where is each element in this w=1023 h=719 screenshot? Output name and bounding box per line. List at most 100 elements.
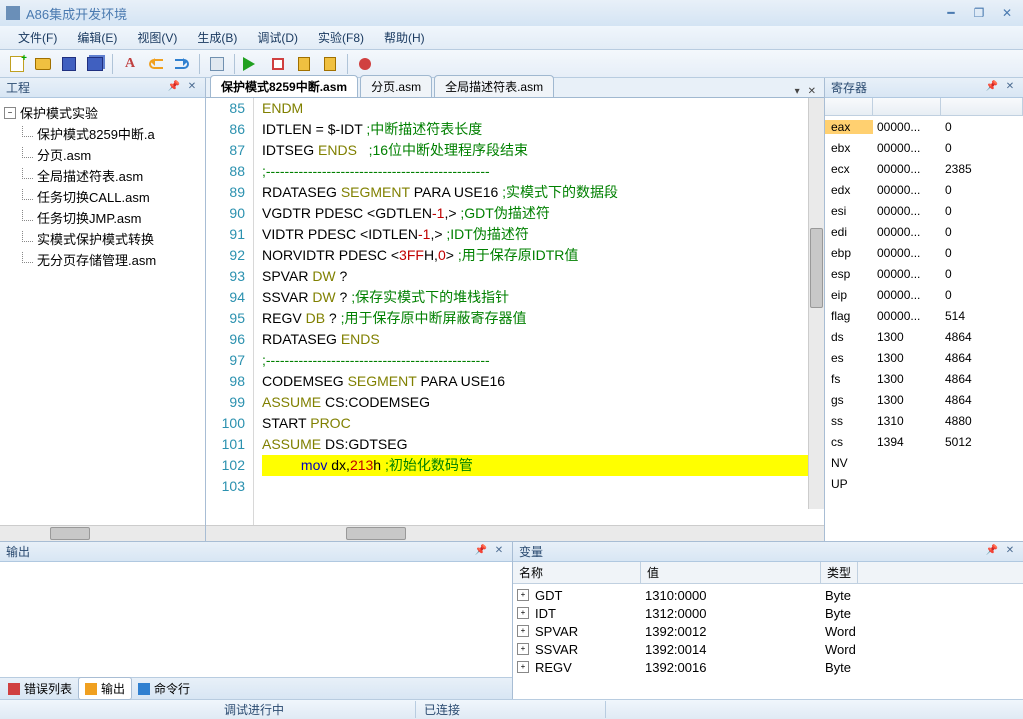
- register-row[interactable]: fs13004864: [825, 368, 1023, 389]
- vertical-scrollbar[interactable]: [808, 98, 824, 509]
- output-body[interactable]: [0, 562, 512, 677]
- variable-row[interactable]: +IDT1312:0000Byte: [517, 604, 1019, 622]
- output-panel: 输出 📌 ✕ 错误列表输出命令行: [0, 542, 513, 699]
- tree-file[interactable]: 任务切换JMP.asm: [20, 207, 203, 228]
- tree-file[interactable]: 实模式保护模式转换: [20, 228, 203, 249]
- project-panel: 工程 📌 ✕ − 保护模式实验 保护模式8259中断.a分页.asm全局描述符表…: [0, 78, 206, 541]
- output-tab[interactable]: 错误列表: [2, 678, 78, 699]
- open-button[interactable]: [32, 53, 54, 75]
- save-all-button[interactable]: [84, 53, 106, 75]
- register-row[interactable]: ebp00000...0: [825, 242, 1023, 263]
- horizontal-scrollbar[interactable]: [0, 525, 205, 541]
- pin-icon[interactable]: 📌: [985, 81, 999, 95]
- register-row[interactable]: ebx00000...0: [825, 137, 1023, 158]
- font-button[interactable]: A: [119, 53, 141, 75]
- expand-icon[interactable]: +: [517, 607, 529, 619]
- tree-file[interactable]: 分页.asm: [20, 144, 203, 165]
- register-row[interactable]: edx00000...0: [825, 179, 1023, 200]
- code-editor[interactable]: 8586878889909192939495969798991001011021…: [206, 98, 824, 525]
- tab-close-icon[interactable]: ✕: [804, 86, 820, 97]
- undo-button[interactable]: [145, 53, 167, 75]
- register-row[interactable]: NV: [825, 452, 1023, 473]
- breakpoint-button[interactable]: [354, 53, 376, 75]
- step-into-button[interactable]: [293, 53, 315, 75]
- close-button[interactable]: ✕: [997, 6, 1017, 20]
- close-icon[interactable]: ✕: [492, 545, 506, 559]
- step-over-button[interactable]: [319, 53, 341, 75]
- editor-tab[interactable]: 分页.asm: [360, 75, 432, 97]
- register-row[interactable]: UP: [825, 473, 1023, 494]
- variable-row[interactable]: +GDT1310:0000Byte: [517, 586, 1019, 604]
- stop-button[interactable]: [267, 53, 289, 75]
- register-row[interactable]: edi00000...0: [825, 221, 1023, 242]
- close-icon[interactable]: ✕: [185, 81, 199, 95]
- register-row[interactable]: eax00000...0: [825, 116, 1023, 137]
- expand-icon[interactable]: +: [517, 643, 529, 655]
- registers-panel-title: 寄存器: [831, 79, 867, 96]
- editor-tab[interactable]: 全局描述符表.asm: [434, 75, 554, 97]
- line-gutter: 8586878889909192939495969798991001011021…: [206, 98, 254, 525]
- app-title: A86集成开发环境: [26, 4, 941, 23]
- menu-生成(B)[interactable]: 生成(B): [187, 27, 247, 48]
- menu-视图(V)[interactable]: 视图(V): [127, 27, 187, 48]
- expand-icon[interactable]: +: [517, 589, 529, 601]
- project-tree[interactable]: − 保护模式实验 保护模式8259中断.a分页.asm全局描述符表.asm任务切…: [0, 98, 205, 525]
- register-row[interactable]: ss13104880: [825, 410, 1023, 431]
- output-tab[interactable]: 命令行: [132, 678, 196, 699]
- variables-body[interactable]: +GDT1310:0000Byte+IDT1312:0000Byte+SPVAR…: [513, 584, 1023, 699]
- tree-root[interactable]: − 保护模式实验: [2, 102, 203, 123]
- pin-icon[interactable]: 📌: [474, 545, 488, 559]
- variable-row[interactable]: +REGV1392:0016Byte: [517, 658, 1019, 676]
- register-row[interactable]: ecx00000...2385: [825, 158, 1023, 179]
- tree-file[interactable]: 任务切换CALL.asm: [20, 186, 203, 207]
- variable-row[interactable]: +SSVAR1392:0014Word: [517, 640, 1019, 658]
- toolbar: A: [0, 50, 1023, 78]
- tree-file[interactable]: 全局描述符表.asm: [20, 165, 203, 186]
- close-icon[interactable]: ✕: [1003, 81, 1017, 95]
- pin-icon[interactable]: 📌: [985, 545, 999, 559]
- variables-header: 名称值类型: [513, 562, 1023, 584]
- register-row[interactable]: es13004864: [825, 347, 1023, 368]
- editor-tab[interactable]: 保护模式8259中断.asm: [210, 75, 358, 97]
- menu-文件(F)[interactable]: 文件(F): [8, 27, 67, 48]
- menu-帮助(H)[interactable]: 帮助(H): [374, 27, 435, 48]
- run-button[interactable]: [241, 53, 263, 75]
- register-row[interactable]: esi00000...0: [825, 200, 1023, 221]
- close-icon[interactable]: ✕: [1003, 545, 1017, 559]
- minimize-button[interactable]: ━: [941, 6, 961, 20]
- register-row[interactable]: ds13004864: [825, 326, 1023, 347]
- register-row[interactable]: gs13004864: [825, 389, 1023, 410]
- variables-panel-title: 变量: [519, 543, 543, 560]
- build-button[interactable]: [206, 53, 228, 75]
- new-file-button[interactable]: [6, 53, 28, 75]
- redo-button[interactable]: [171, 53, 193, 75]
- variable-row[interactable]: +SPVAR1392:0012Word: [517, 622, 1019, 640]
- register-row[interactable]: eip00000...0: [825, 284, 1023, 305]
- pin-icon[interactable]: 📌: [167, 81, 181, 95]
- tab-menu-icon[interactable]: ▾: [791, 86, 804, 97]
- menu-bar: 文件(F)编辑(E)视图(V)生成(B)调试(D)实验(F8)帮助(H): [0, 26, 1023, 50]
- menu-调试(D)[interactable]: 调试(D): [247, 27, 308, 48]
- register-row[interactable]: cs13945012: [825, 431, 1023, 452]
- collapse-icon[interactable]: −: [4, 107, 16, 119]
- horizontal-scrollbar[interactable]: [206, 525, 824, 541]
- register-row[interactable]: flag00000...514: [825, 305, 1023, 326]
- status-connection: 已连接: [416, 701, 606, 718]
- menu-编辑(E)[interactable]: 编辑(E): [67, 27, 127, 48]
- tree-file[interactable]: 无分页存储管理.asm: [20, 249, 203, 270]
- expand-icon[interactable]: +: [517, 625, 529, 637]
- output-tab[interactable]: 输出: [78, 677, 132, 700]
- save-button[interactable]: [58, 53, 80, 75]
- output-panel-title: 输出: [6, 543, 30, 560]
- register-row[interactable]: esp00000...0: [825, 263, 1023, 284]
- editor-area: 保护模式8259中断.asm分页.asm全局描述符表.asm ▾✕ 8586878…: [206, 78, 825, 541]
- variables-panel: 变量 📌 ✕ 名称值类型 +GDT1310:0000Byte+IDT1312:0…: [513, 542, 1023, 699]
- registers-panel: 寄存器 📌 ✕ eax00000...0ebx00000...0ecx00000…: [825, 78, 1023, 541]
- tree-file[interactable]: 保护模式8259中断.a: [20, 123, 203, 144]
- menu-实验(F8)[interactable]: 实验(F8): [308, 27, 374, 48]
- tab-bar: 保护模式8259中断.asm分页.asm全局描述符表.asm ▾✕: [206, 78, 824, 98]
- output-tabs: 错误列表输出命令行: [0, 677, 512, 699]
- expand-icon[interactable]: +: [517, 661, 529, 673]
- title-bar: A86集成开发环境 ━ ❐ ✕: [0, 0, 1023, 26]
- maximize-button[interactable]: ❐: [969, 6, 989, 20]
